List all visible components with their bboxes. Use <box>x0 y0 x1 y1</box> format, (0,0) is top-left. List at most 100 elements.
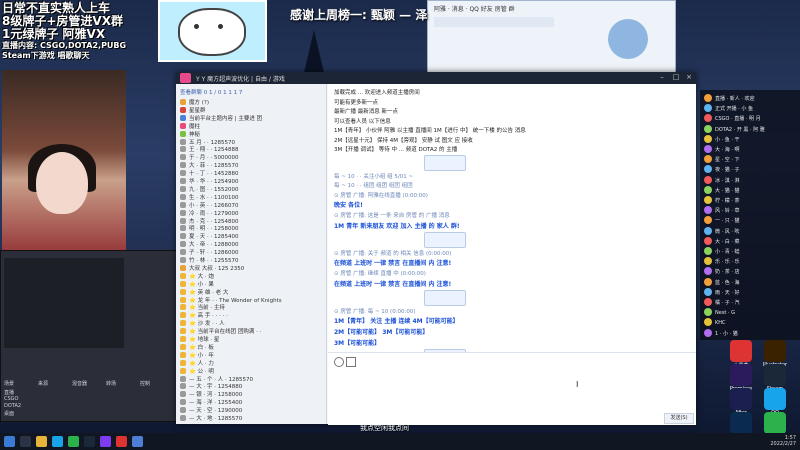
desktop-app-icon[interactable] <box>764 412 786 434</box>
friend-list-item[interactable]: 1 · 小 · 猫 <box>704 328 798 339</box>
taskbar[interactable]: 1:57 2022/2/27 <box>0 433 800 450</box>
group-list-item[interactable]: 当前平台主题内容 | 主要进 团 <box>180 114 324 122</box>
desktop-app-icon[interactable] <box>764 388 786 410</box>
group-list-item[interactable]: — 大 · 地 · 1285570 <box>180 414 324 422</box>
friend-list-item[interactable]: 蓝 · 色 · 海 <box>704 277 798 288</box>
group-list-item[interactable]: 子 · 轩 · · 1286000 <box>180 248 324 256</box>
group-list-item[interactable]: ⭐ 小 · 果 <box>180 280 324 288</box>
group-list-item[interactable]: — 海 · 洋 · 1255400 <box>180 398 324 406</box>
friend-list-item[interactable]: 直播 · 新人 · 欢迎 <box>704 94 798 104</box>
group-list-item[interactable]: 于 · 月 · · 5000000 <box>180 153 324 161</box>
minimize-icon[interactable]: – <box>656 73 668 83</box>
qq-mini-window[interactable]: 阿雅 · 消息 · QQ 好友 房管 群 <box>427 0 676 74</box>
system-clock[interactable]: 1:57 2022/2/27 <box>770 435 796 447</box>
friend-list-item[interactable]: 奶 · 茶 · 店 <box>704 267 798 277</box>
desktop-app-icon[interactable] <box>730 412 752 434</box>
friend-list-item[interactable]: CSGO · 直播 · 明 月 <box>704 114 798 124</box>
qq-group-window[interactable]: Y Y 魔方超声波优化 | 自由 / 游戏 – □ × 查看群聊 0 1 / 0… <box>176 72 696 425</box>
qq-icon[interactable] <box>52 436 63 447</box>
friend-list-item[interactable]: 正式 开播 · 小 鱼 <box>704 104 798 114</box>
emoji-icon[interactable] <box>334 357 344 367</box>
group-list-item[interactable]: ⭐ 高 手 · · · · · <box>180 311 324 319</box>
maximize-icon[interactable]: □ <box>670 73 682 83</box>
image-icon[interactable] <box>346 357 356 367</box>
group-list-item[interactable]: 魔柱 <box>180 122 324 130</box>
group-list-item[interactable]: ⭐ 沙 发 · · 人 <box>180 319 324 327</box>
friend-list-item[interactable]: 乐 · 乐 · 乐 <box>704 257 798 267</box>
group-list-item[interactable]: ⭐ 小 · 年 <box>180 351 324 359</box>
group-list-item[interactable]: 星星群 <box>180 106 324 114</box>
group-list-item[interactable]: ⭐ 大 · 炮 <box>180 272 324 280</box>
group-list-item[interactable]: ⭐ 白 · 板 <box>180 343 324 351</box>
group-list-item[interactable]: 大叔 大叔 · 125 2350 <box>180 264 324 272</box>
group-list-item[interactable]: ⭐ 公 · 明 <box>180 367 324 375</box>
group-list-item[interactable]: — 天 · 空 · 1290000 <box>180 406 324 414</box>
link-card[interactable] <box>424 289 466 306</box>
obs-icon[interactable] <box>100 436 111 447</box>
group-list-item[interactable]: 夏 · 天 · · 1285400 <box>180 232 324 240</box>
folder-icon[interactable] <box>36 436 47 447</box>
friend-list-item[interactable]: 小 · 鱼 · 干 <box>704 134 798 145</box>
friend-list-item[interactable]: 柠 · 檬 · 茶 <box>704 196 798 206</box>
obs-scene-item[interactable]: 直播 <box>4 389 14 396</box>
window-titlebar[interactable]: Y Y 魔方超声波优化 | 自由 / 游戏 – □ × <box>176 72 696 84</box>
friend-list-item[interactable]: 雨 · 天 · 好 <box>704 287 798 298</box>
group-list-item[interactable]: 大 · 菲 · · 1285570 <box>180 161 324 169</box>
desktop-app-icon[interactable] <box>764 340 786 362</box>
friend-list-item[interactable]: 大 · 白 · 菜 <box>704 236 798 247</box>
group-list-item[interactable]: — 大 · 宇 · 1254880 <box>180 382 324 390</box>
group-list-item[interactable]: ⭐ 当前 · 主持 <box>180 303 324 311</box>
friend-list-item[interactable]: 风 · 铃 · 草 <box>704 206 798 216</box>
group-list-item[interactable]: 神秘 <box>180 130 324 138</box>
friend-list-item[interactable]: 大 · 猫 · 猫 <box>704 185 798 196</box>
group-list-item[interactable]: 十 · 丁 · · 1452880 <box>180 169 324 177</box>
group-list-item[interactable]: 竹 · 林 · · 1255570 <box>180 256 324 264</box>
desktop-app-icon[interactable] <box>764 364 786 386</box>
group-list-item[interactable]: ⭐ 龙 年 · · The Wonder of Knights <box>180 296 324 304</box>
friend-list-item[interactable]: 小 · 青 · 蛙 <box>704 247 798 257</box>
wechat-icon[interactable] <box>68 436 79 447</box>
desktop-app-icon[interactable] <box>730 388 752 410</box>
link-card[interactable] <box>424 154 466 171</box>
message-input-area[interactable]: 发送(S) <box>328 352 696 425</box>
friend-list-item[interactable]: Nest · G <box>704 308 798 318</box>
group-list-item[interactable]: — 银 · 河 · 1258000 <box>180 390 324 398</box>
obs-scene-item[interactable]: DOTA2 <box>4 403 21 409</box>
friend-list-item[interactable]: 星 · 空 · 下 <box>704 155 798 165</box>
obs-scene-item[interactable]: 桌面 <box>4 410 14 417</box>
group-list-item[interactable]: 杰 · 克 · · 1254800 <box>180 217 324 225</box>
friend-list-item[interactable]: DOTA2 · 开 黑 · 阿 雅 <box>704 124 798 135</box>
close-icon[interactable]: × <box>683 73 695 83</box>
link-card[interactable] <box>424 231 466 248</box>
group-list-item[interactable]: 王 · 翔 · · 1254888 <box>180 145 324 153</box>
group-list-item[interactable]: 明 · 明 · · 1258000 <box>180 224 324 232</box>
friends-panel[interactable]: 直播 · 新人 · 欢迎 正式 开播 · 小 鱼 CSGO · 直播 · 明 月 DO… <box>700 90 800 340</box>
friend-list-item[interactable]: 微 · 风 · 吹 <box>704 226 798 237</box>
app-icon[interactable] <box>116 436 127 447</box>
group-list-item[interactable]: ⭐ 英 雄 · 老 大 <box>180 288 324 296</box>
friend-list-item[interactable]: 夜 · 猫 · 子 <box>704 165 798 175</box>
friend-list-item[interactable]: 大 · 海 · 啊 <box>704 145 798 155</box>
steam-icon[interactable] <box>84 436 95 447</box>
friend-list-item[interactable]: 一 · 只 · 猫 <box>704 216 798 226</box>
group-list-item[interactable]: 九 · 图 · · 1552000 <box>180 185 324 193</box>
group-list-item[interactable]: 五 月 · · 1285570 <box>180 138 324 146</box>
search-icon[interactable] <box>20 436 31 447</box>
group-list-item[interactable]: — 五 · 个 · 人 · 1285570 <box>180 375 324 383</box>
desktop-app-icon[interactable] <box>730 340 752 362</box>
start-icon[interactable] <box>4 436 15 447</box>
obs-scene-item[interactable]: CSGO <box>4 396 18 402</box>
send-button[interactable]: 发送(S) <box>664 413 694 424</box>
friend-list-item[interactable]: KHC <box>704 318 798 328</box>
friend-list-item[interactable]: 冰 · 淇 · 淋 <box>704 175 798 186</box>
group-list-item[interactable]: 小 · 英 · · 1266070 <box>180 201 324 209</box>
group-member-list[interactable]: 查看群聊 0 1 / 0 1 1 1 7 魔方 (?) 星星群 当前平台主题内容 |… <box>176 84 327 424</box>
group-list-item[interactable]: ⭐ 地球 · 星 <box>180 335 324 343</box>
group-list-item[interactable]: ⭐ 人 · 力 <box>180 359 324 367</box>
group-list-item[interactable]: ⭐ 当前平台在线团 团购满 · · <box>180 327 324 335</box>
group-list-item[interactable]: 魔方 (?) <box>180 98 324 106</box>
group-list-item[interactable]: 生 · 水 · · 1100100 <box>180 193 324 201</box>
desktop-app-icon[interactable] <box>730 364 752 386</box>
group-list-item[interactable]: 冷 · 雨 · · 1279000 <box>180 209 324 217</box>
browser-icon[interactable] <box>132 436 143 447</box>
